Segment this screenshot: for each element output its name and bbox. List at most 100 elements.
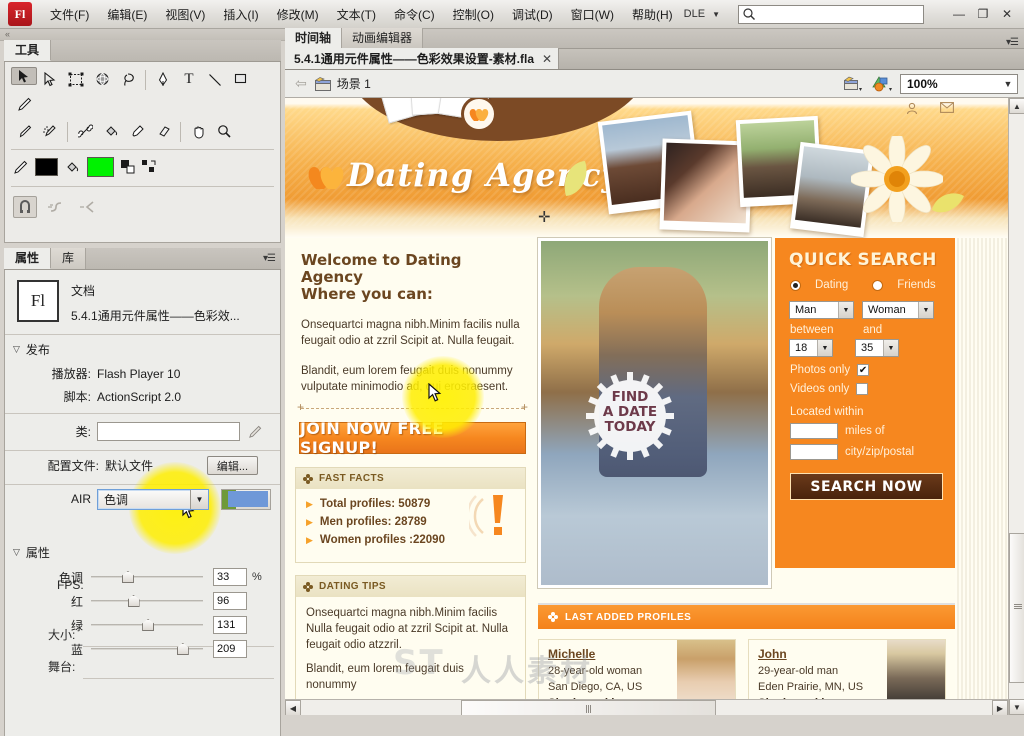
slider-knob-green[interactable] xyxy=(142,619,155,631)
horizontal-scroll-thumb[interactable] xyxy=(461,700,716,715)
rectangle-tool[interactable] xyxy=(228,67,254,92)
stage-vertical-scrollbar[interactable]: ▲ ▼ xyxy=(1008,98,1024,715)
tab-properties[interactable]: 属性 xyxy=(4,248,52,269)
search-now-button[interactable]: SEARCH NOW xyxy=(790,473,943,500)
snap-to-objects-icon[interactable] xyxy=(13,196,37,218)
class-input[interactable] xyxy=(97,422,240,441)
3d-rotation-tool[interactable] xyxy=(89,67,115,92)
city-zip-input[interactable] xyxy=(790,444,838,460)
photos-only-checkbox[interactable]: ✔ xyxy=(857,364,870,376)
publish-section-header[interactable]: ▽ 发布 xyxy=(5,337,280,362)
back-arrow-icon[interactable]: ⇦ xyxy=(295,75,307,92)
slider-knob-blue[interactable] xyxy=(176,643,189,655)
radio-dating[interactable] xyxy=(790,279,801,291)
line-tool[interactable] xyxy=(202,67,228,92)
hand-tool[interactable] xyxy=(185,119,211,144)
zoom-tool[interactable] xyxy=(211,119,237,144)
miles-input[interactable] xyxy=(790,423,838,439)
seeker-gender-select[interactable]: Man ▼ xyxy=(789,301,854,319)
profile-name[interactable]: Michelle xyxy=(548,647,677,661)
black-and-white-icon[interactable] xyxy=(121,160,135,174)
document-tab[interactable]: 5.4.1通用元件属性——色彩效果设置-素材.fla ✕ xyxy=(285,48,560,69)
chevron-down-icon[interactable]: ▼ xyxy=(918,302,933,318)
menu-control[interactable]: 控制(O) xyxy=(444,2,503,27)
close-icon[interactable]: ✕ xyxy=(542,52,552,66)
profile-card[interactable]: John 29-year-old man Eden Prairie, MN, U… xyxy=(748,639,946,699)
stage-area[interactable]: Dating Agency Welcome to Dating Agency W… xyxy=(285,98,1024,715)
tint-amount-input[interactable]: 33 xyxy=(213,568,247,586)
straighten-icon[interactable] xyxy=(79,199,101,215)
help-search-box[interactable] xyxy=(737,4,924,24)
blue-input[interactable]: 209 xyxy=(213,640,247,658)
menu-help[interactable]: 帮助(H) xyxy=(623,2,682,27)
menu-commands[interactable]: 命令(C) xyxy=(385,2,444,27)
menu-window[interactable]: 窗口(W) xyxy=(562,2,623,27)
scroll-down-button[interactable]: ▼ xyxy=(1009,699,1024,715)
minimize-button[interactable]: — xyxy=(948,5,970,23)
free-transform-tool[interactable] xyxy=(63,67,89,92)
scroll-right-button[interactable]: ▶ xyxy=(992,700,1008,715)
tab-timeline[interactable]: 时间轴 xyxy=(285,28,343,48)
tab-library[interactable]: 库 xyxy=(51,248,87,269)
panel-options-menu-icon[interactable]: ▾☰ xyxy=(263,253,276,264)
search-input[interactable] xyxy=(755,8,923,20)
menu-edit[interactable]: 编辑(E) xyxy=(98,2,156,27)
green-slider[interactable] xyxy=(91,618,203,632)
tint-amount-slider[interactable] xyxy=(91,570,203,584)
paint-bucket-tool[interactable] xyxy=(98,119,124,144)
menu-modify[interactable]: 修改(M) xyxy=(268,2,328,27)
menu-text[interactable]: 文本(T) xyxy=(328,2,385,27)
fill-color-swatch[interactable] xyxy=(87,157,114,177)
radio-friends[interactable] xyxy=(872,279,884,291)
join-now-button[interactable]: JOIN NOW FREE SIGNUP! xyxy=(299,419,526,457)
stage-canvas[interactable]: Dating Agency Welcome to Dating Agency W… xyxy=(285,98,1008,699)
pen-tool[interactable] xyxy=(150,67,176,92)
text-tool[interactable]: T xyxy=(176,67,202,92)
chevron-down-icon[interactable]: ▼ xyxy=(817,340,832,356)
red-input[interactable]: 96 xyxy=(213,592,247,610)
timeline-options-menu-icon[interactable]: ▾☰ xyxy=(1006,37,1019,48)
slider-knob[interactable] xyxy=(121,571,134,583)
seeking-gender-select[interactable]: Woman ▼ xyxy=(862,301,934,319)
air-settings-button[interactable] xyxy=(221,488,271,510)
bone-tool[interactable] xyxy=(72,119,98,144)
eraser-tool[interactable] xyxy=(150,119,176,144)
scroll-left-button[interactable]: ◀ xyxy=(285,700,301,715)
stage-horizontal-scrollbar[interactable]: ◀ ▶ xyxy=(285,699,1008,715)
pencil-tool[interactable] xyxy=(11,92,37,117)
tab-motion-editor[interactable]: 动画编辑器 xyxy=(342,28,424,48)
close-button[interactable]: ✕ xyxy=(996,5,1018,23)
brush-tool[interactable] xyxy=(11,119,37,144)
menu-view[interactable]: 视图(V) xyxy=(156,2,214,27)
color-style-combo[interactable]: 色调 ▼ xyxy=(97,488,209,510)
profile-card[interactable]: Michelle 28-year-old woman San Diego, CA… xyxy=(538,639,736,699)
smooth-icon[interactable] xyxy=(47,199,69,215)
lasso-tool[interactable] xyxy=(115,67,141,92)
player-value[interactable]: Flash Player 10 xyxy=(97,367,180,381)
vertical-scroll-thumb[interactable] xyxy=(1009,533,1024,683)
scroll-up-button[interactable]: ▲ xyxy=(1009,98,1024,114)
menu-insert[interactable]: 插入(I) xyxy=(214,2,267,27)
edit-scene-icon[interactable] xyxy=(842,75,864,93)
chevron-down-icon[interactable]: ▼ xyxy=(838,302,853,318)
red-slider[interactable] xyxy=(91,594,203,608)
chevron-down-icon[interactable]: ▼ xyxy=(190,489,208,509)
age-max-select[interactable]: 35 ▼ xyxy=(855,339,899,357)
script-value[interactable]: ActionScript 2.0 xyxy=(97,390,181,404)
menu-debug[interactable]: 调试(D) xyxy=(503,2,562,27)
zoom-chevron-down-icon[interactable]: ▼ xyxy=(999,75,1017,93)
tab-tools[interactable]: 工具 xyxy=(4,40,52,61)
profile-edit-button[interactable]: 编辑... xyxy=(206,456,258,475)
profile-name[interactable]: John xyxy=(758,647,887,661)
maximize-button[interactable]: ❐ xyxy=(972,5,994,23)
user-icon[interactable] xyxy=(906,102,918,115)
blue-slider[interactable] xyxy=(91,642,203,656)
mail-icon[interactable] xyxy=(940,102,954,113)
eyedropper-tool[interactable] xyxy=(124,119,150,144)
edit-symbol-icon[interactable] xyxy=(870,75,894,93)
subselection-tool[interactable] xyxy=(37,67,63,92)
workspace-chevron-down-icon[interactable]: ▼ xyxy=(707,10,730,19)
spray-brush-tool[interactable] xyxy=(37,119,63,144)
stroke-color-swatch[interactable] xyxy=(35,158,58,176)
swap-colors-icon[interactable] xyxy=(142,160,158,174)
